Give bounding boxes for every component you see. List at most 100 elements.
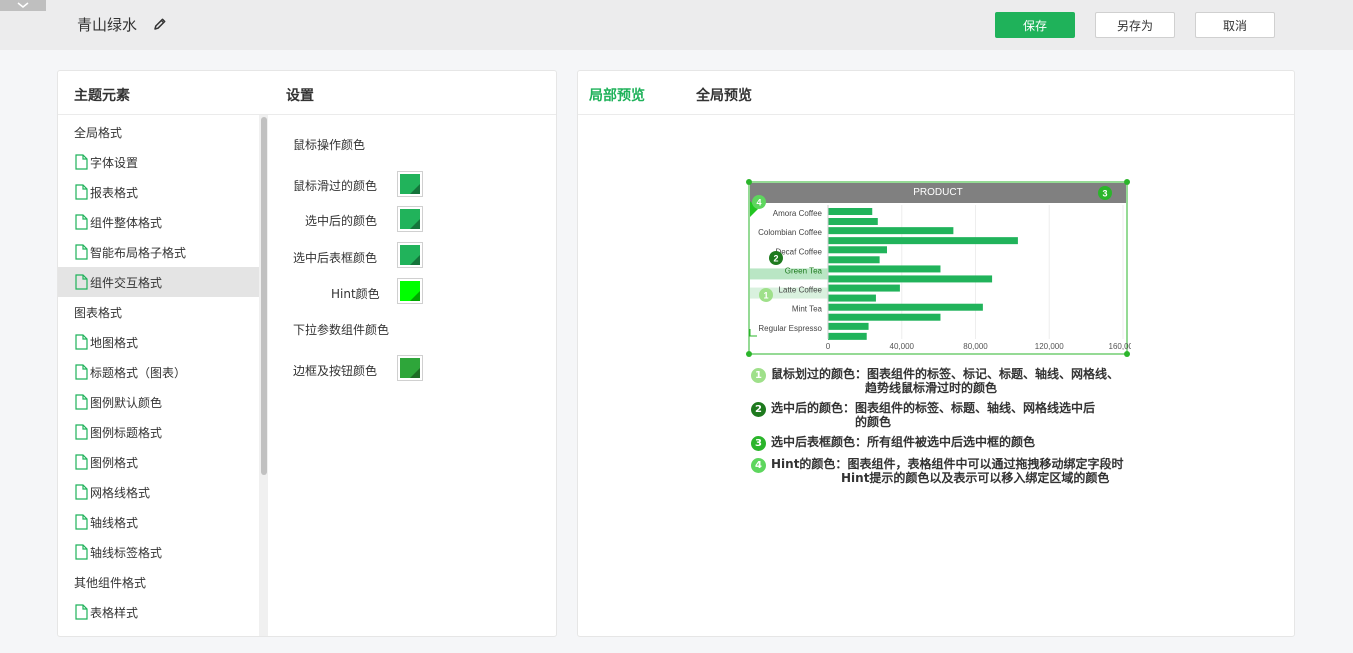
legend-desc-cont: 趋势线鼠标滑过时的颜色 [865,381,998,395]
tree-item-label: 图例标题格式 [90,425,163,440]
bar [828,256,880,264]
number-marker-label: 4 [756,198,761,208]
legend-number-badge: 2 [751,402,766,417]
x-tick-label: 0 [826,342,831,351]
category-label: Decaf Coffee [775,247,822,256]
tree-group[interactable]: 全局格式 [58,117,260,147]
selection-handle [746,179,752,185]
number-marker-label: 1 [763,291,768,301]
bar [828,265,941,273]
legend-number-badge: 1 [751,368,766,383]
tree-item[interactable]: 图例默认颜色 [58,387,260,417]
bar [828,313,941,321]
tree-item[interactable]: 表格样式 [58,597,260,627]
tree-item-label: 图表格式 [74,305,123,320]
selected-border-swatch[interactable] [397,242,423,268]
tree-item-label: 智能布局格子格式 [90,245,187,260]
bar [828,275,993,283]
tree-item[interactable]: 图例标题格式 [58,417,260,447]
legend-desc: 图表组件，表格组件中可以通过拖拽移动绑定字段时 [847,457,1124,471]
bar [828,227,954,235]
tree-item[interactable]: 报表格式 [58,177,260,207]
selected-color-swatch[interactable] [397,206,423,232]
tree-item[interactable]: 标题格式（图表） [58,357,260,387]
theme-element-tree: 全局格式字体设置报表格式 组件整体格式智能布局格子格式 组件交互格式图表格式地图格式… [58,115,268,636]
bar [828,294,876,302]
document-icon [75,184,88,200]
collapse-toggle[interactable] [0,0,46,11]
tree-scrollbar[interactable] [259,115,268,636]
tree-item-label: 组件交互格式 [90,275,163,290]
category-label: Green Tea [785,266,823,275]
hint-color-swatch[interactable] [397,278,423,304]
legend-number-badge: 3 [751,436,766,451]
preview-bar-chart: PRODUCT 0 40,000 80,000 120,000 160,000 Amora … [746,179,1131,357]
tree-item[interactable]: 地图格式 [58,327,260,357]
tree-item-label: 字体设置 [90,155,139,170]
legend-desc-cont: 的颜色 [855,415,892,429]
tree-item-label: 轴线标签格式 [90,545,163,560]
tree-item-label: 网格线格式 [90,485,151,500]
document-icon [75,334,88,350]
x-tick-label: 40,000 [890,342,915,351]
legend-key: Hint的颜色： [771,457,848,471]
scroll-thumb[interactable] [261,117,267,475]
document-icon [75,274,88,290]
tab-global-preview[interactable]: 全局预览 [696,85,752,105]
theme-elements-panel: 主题元素 设置 全局格式 字体设置 报表格式 组件整体格式 智能布局格子格式 组件交互格式… [57,70,557,637]
tree-item[interactable]: 智能布局格子格式 [58,237,260,267]
bar [828,218,878,225]
top-bar: 青山绿水 保存 另存为 取消 [0,0,1353,50]
tree-item[interactable]: 字体设置 [58,147,260,177]
document-icon [75,484,88,500]
category-label: Mint Tea [792,305,823,314]
preview-tabs: 局部预览 全局预览 [578,71,1294,115]
tree-group[interactable]: 其他组件格式 [58,567,260,597]
bar [828,208,873,215]
bar [828,237,1018,245]
save-as-button[interactable]: 另存为 [1095,12,1175,38]
bar [828,284,900,292]
document-icon [75,364,88,380]
legend-key: 鼠标划过的颜色： [771,367,868,381]
selection-handle [1124,179,1130,185]
tree-item[interactable]: 图例格式 [58,447,260,477]
pencil-icon[interactable] [152,16,168,32]
save-button[interactable]: 保存 [995,12,1075,38]
x-tick-label: 160,000 [1109,342,1131,351]
category-label: Colombian Coffee [758,228,822,237]
tree-item[interactable]: 轴线标签格式 [58,537,260,567]
tree-item[interactable]: 组件交互格式 [58,267,260,297]
bar [828,322,869,330]
document-icon [75,514,88,530]
tab-local-preview[interactable]: 局部预览 [589,85,645,105]
legend-desc: 图表组件的标签、标记、标题、轴线、网格线、 [867,367,1120,381]
hover-color-swatch[interactable] [397,171,423,197]
tree-item[interactable]: 网格线格式 [58,477,260,507]
x-tick-label: 120,000 [1035,342,1064,351]
dropdown-section-label: 下拉参数组件颜色 [293,323,390,337]
cancel-button[interactable]: 取消 [1195,12,1275,38]
settings-heading: 设置 [286,88,314,104]
tree-item-label: 全局格式 [74,125,123,140]
hover-color-label: 鼠标滑过的颜色 [293,179,378,193]
tree-item[interactable]: 轴线格式 [58,507,260,537]
hint-color-label: Hint颜色 [331,287,380,301]
document-icon [75,604,88,620]
number-marker-label: 2 [773,254,778,264]
tree-item-label: 其他组件格式 [74,575,147,590]
document-icon [75,214,88,230]
tree-item[interactable]: 组件整体格式 [58,207,260,237]
legend-desc: 图表组件的标签、标题、轴线、网格线选中后 [855,401,1096,415]
tree-item-label: 表格样式 [90,605,139,620]
tree-item-label: 图例格式 [90,455,139,470]
selected-border-label: 选中后表框颜色 [293,251,378,265]
selection-handle [746,351,752,357]
tree-group[interactable]: 图表格式 [58,297,260,327]
legend-desc: 所有组件被选中后选中框的颜色 [867,435,1036,449]
chevron-down-icon [17,2,29,8]
border-button-swatch[interactable] [397,355,423,381]
bar [828,246,887,254]
legend-number-badge: 4 [751,458,766,473]
document-icon [75,244,88,260]
